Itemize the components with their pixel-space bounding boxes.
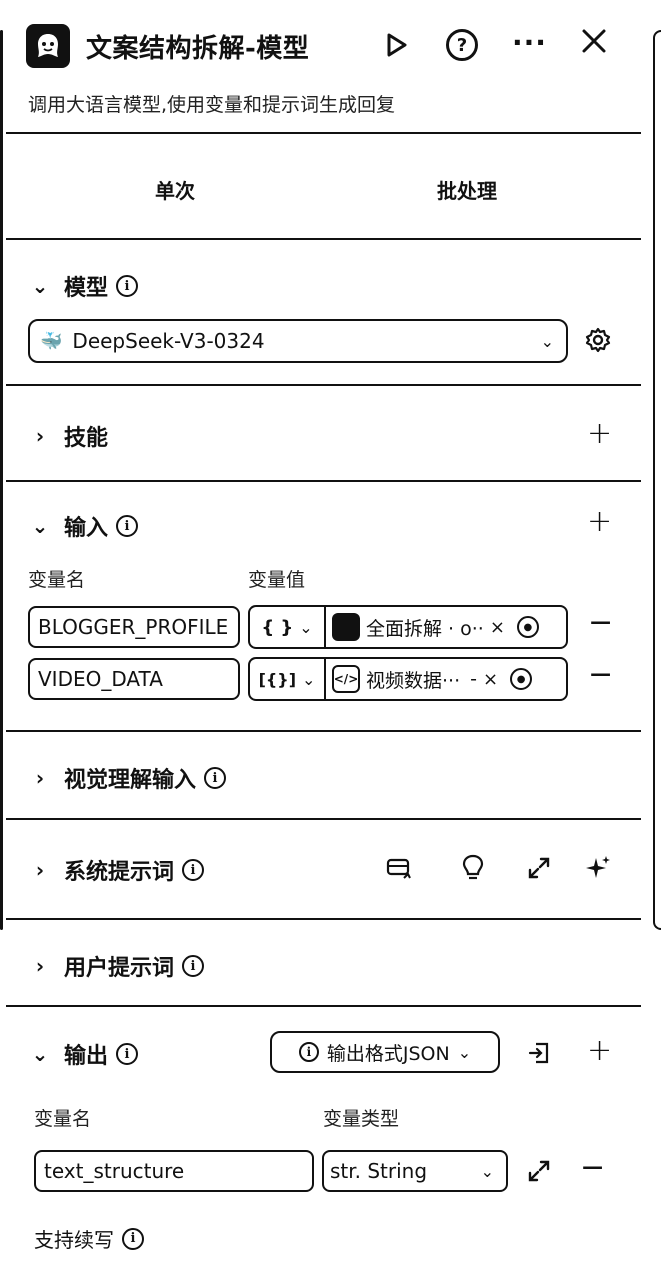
output-var-type-select[interactable]: str. String ⌄ [322,1150,508,1192]
help-icon[interactable]: ? [446,29,478,61]
continue-writing-row: 支持续写 i [34,1224,144,1253]
output-col-type: 变量类型 [323,1108,400,1130]
tab-single[interactable]: 单次 [155,175,195,204]
info-icon: i [298,1042,319,1062]
panel-right-edge [653,30,661,930]
system-prompt-header[interactable]: › 系统提示词 i [28,854,205,886]
info-icon[interactable]: i [116,275,139,297]
chevron-right-icon: › [35,858,45,882]
input-var-name-field[interactable]: BLOGGER_PROFILE [28,606,240,648]
vision-section-header[interactable]: › 视觉理解输入 i [28,762,227,794]
chevron-down-icon: ⌄ [31,274,49,298]
skills-section-header[interactable]: › 技能 [28,420,108,452]
close-icon[interactable] [581,28,607,58]
info-icon[interactable]: i [116,1043,139,1065]
remove-input-button[interactable]: − [588,660,613,690]
deepseek-logo-icon: 🐳 [40,330,63,352]
divider [6,918,641,920]
input-col-name: 变量名 [28,569,86,591]
info-icon[interactable]: i [182,955,205,977]
chevron-right-icon: › [35,954,45,978]
divider [6,730,641,732]
type-select[interactable]: { } ⌄ [250,607,326,647]
divider [6,132,641,134]
add-output-button[interactable]: + [587,1036,612,1066]
array-type-icon: [{}] [258,669,296,689]
model-select[interactable]: 🐳 DeepSeek-V3-0324 ⌄ [28,319,568,363]
input-value-ref: 视频数据··· [366,669,461,692]
model-section-title: 模型 [64,276,109,301]
output-section-header[interactable]: ⌄ 输出 i [28,1038,139,1070]
chevron-down-icon: ⌄ [540,331,554,351]
page-subtitle: 调用大语言模型,使用变量和提示词生成回复 [28,94,396,116]
input-section-title: 输入 [64,516,109,541]
output-section-title: 输出 [64,1044,109,1069]
expand-icon[interactable] [527,856,551,884]
input-value-ref: 全面拆解 · o·· [366,617,484,640]
page-title: 文案结构拆解-模型 [86,34,310,64]
variable-ref-icon[interactable]: ● [516,616,539,638]
system-prompt-title: 系统提示词 [64,860,175,885]
chevron-right-icon: › [35,766,45,790]
remove-output-button[interactable]: − [580,1153,605,1183]
clear-icon[interactable]: × [490,617,505,638]
user-prompt-title: 用户提示词 [64,956,175,981]
info-icon[interactable]: i [204,767,227,789]
model-select-value: DeepSeek-V3-0324 [72,329,265,353]
output-var-name-field[interactable]: text_structure [34,1150,314,1192]
divider [6,818,641,820]
output-col-name: 变量名 [34,1108,92,1130]
panel-left-edge [0,30,3,930]
chevron-down-icon: ⌄ [480,1161,494,1181]
node-avatar-icon [332,613,360,641]
type-select[interactable]: [{}] ⌄ [250,659,326,699]
info-icon[interactable]: i [116,515,139,537]
user-prompt-header[interactable]: › 用户提示词 i [28,950,205,982]
input-value-group: { } ⌄ 全面拆解 · o·· × ● [248,605,568,649]
import-icon[interactable] [527,1041,551,1069]
gear-icon[interactable] [585,327,611,357]
expand-icon[interactable] [527,1159,551,1187]
ai-sparkle-icon[interactable] [584,854,612,886]
output-format-label: 输出格式JSON [326,1042,450,1065]
clear-icon[interactable]: × [483,669,498,690]
variable-ref-icon[interactable]: ● [510,668,533,690]
add-skill-button[interactable]: + [587,419,612,449]
node-avatar-icon [26,24,70,68]
chevron-down-icon: ⌄ [457,1042,472,1062]
divider [6,238,641,240]
info-icon[interactable]: i [182,859,205,881]
continue-writing-label: 支持续写 [34,1228,114,1252]
input-col-value: 变量值 [248,569,306,591]
skills-section-title: 技能 [64,426,109,451]
output-format-select[interactable]: i 输出格式JSON ⌄ [270,1031,500,1073]
chevron-right-icon: › [35,424,45,448]
add-input-button[interactable]: + [587,507,612,537]
remove-input-button[interactable]: − [588,608,613,638]
tab-batch[interactable]: 批处理 [437,175,497,204]
input-value-suffix: - [470,668,477,690]
vision-section-title: 视觉理解输入 [64,768,197,793]
input-value-group: [{}] ⌄ </> 视频数据··· - × ● [248,657,568,701]
divider [6,480,641,482]
object-type-icon: { } [261,616,294,638]
lightbulb-icon[interactable] [462,854,484,886]
chevron-down-icon: ⌄ [299,617,313,637]
model-section-header[interactable]: ⌄ 模型 i [28,270,139,302]
input-section-header[interactable]: ⌄ 输入 i [28,510,139,542]
more-icon[interactable]: ··· [512,26,547,59]
chevron-down-icon: ⌄ [31,1042,49,1066]
input-var-name-field[interactable]: VIDEO_DATA [28,658,240,700]
code-node-icon: </> [332,665,360,693]
info-icon[interactable]: i [122,1227,144,1250]
divider [6,384,641,386]
divider [6,1005,641,1007]
run-button[interactable] [384,32,408,62]
chevron-down-icon: ⌄ [31,514,49,538]
chevron-down-icon: ⌄ [302,669,316,689]
prompt-library-icon[interactable] [386,856,412,884]
